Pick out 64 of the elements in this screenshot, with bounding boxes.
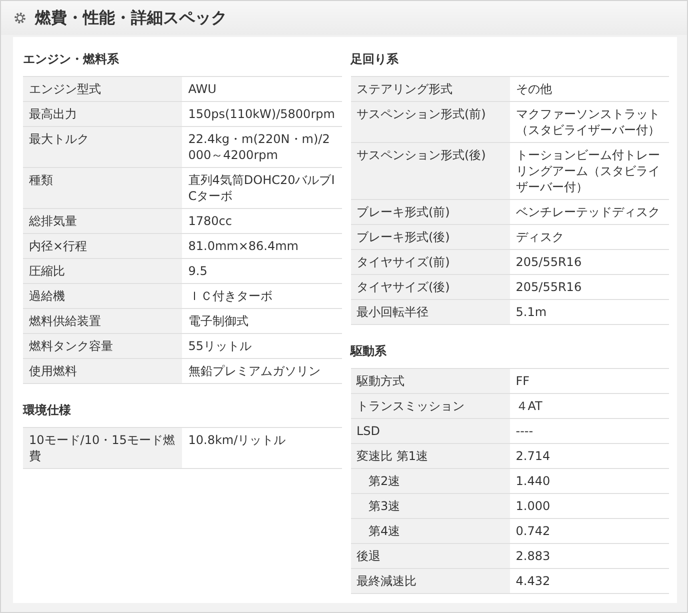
- spec-label: 燃料タンク容量: [23, 334, 182, 358]
- spec-label: 第2速: [350, 468, 510, 494]
- spec-value: 直列4気筒DOHC20バルブICターボ: [182, 168, 342, 208]
- spec-label: 過給機: [23, 284, 182, 308]
- spec-value: 10.8km/リットル: [182, 428, 342, 468]
- spec-label: 駆動方式: [350, 368, 510, 394]
- spec-value: 55リットル: [182, 334, 342, 358]
- spec-value: 無鉛プレミアムガソリン: [182, 358, 342, 384]
- spec-value: AWU: [182, 76, 342, 102]
- spec-label: 変速比 第1速: [350, 444, 510, 468]
- spec-label: サスペンション形式(後): [350, 142, 510, 200]
- spec-label: エンジン型式: [23, 76, 182, 102]
- spec-label: ブレーキ形式(後): [350, 224, 510, 250]
- spec-value: ディスク: [510, 224, 669, 250]
- spec-label: 第3速: [350, 494, 510, 518]
- spec-label: 総排気量: [23, 208, 182, 234]
- section-heading: 環境仕様: [23, 402, 72, 419]
- spec-label: 第4速: [350, 518, 510, 544]
- spec-label: 後退: [350, 544, 510, 568]
- spec-label: 内径×行程: [23, 234, 182, 258]
- spec-value: 0.742: [510, 518, 669, 544]
- spec-label: 最大トルク: [23, 126, 182, 168]
- spec-value: ＩＣ付きターボ: [182, 284, 342, 308]
- section-heading: 足回り系: [350, 51, 400, 68]
- spec-value: マクファーソンストラット（スタビライザーバー付）: [510, 102, 669, 142]
- gear-icon: [13, 11, 27, 25]
- spec-value: 電子制御式: [182, 308, 342, 334]
- spec-value: 205/55R16: [510, 274, 669, 300]
- spec-label: タイヤサイズ(後): [350, 274, 510, 300]
- spec-value: 2.714: [510, 444, 669, 468]
- spec-value: ----: [510, 418, 669, 444]
- spec-value: 1780cc: [182, 208, 342, 234]
- spec-label: 10モード/10・15モード燃費: [23, 428, 182, 468]
- spec-value: 2.883: [510, 544, 669, 568]
- spec-label: 最高出力: [23, 102, 182, 126]
- spec-value: 150ps(110kW)/5800rpm: [182, 102, 342, 126]
- panel-title: 燃費・性能・詳細スペック: [35, 8, 227, 28]
- spec-label: タイヤサイズ(前): [350, 250, 510, 274]
- spec-value: FF: [510, 368, 669, 394]
- spec-label: 使用燃料: [23, 358, 182, 384]
- spec-label: 燃料供給装置: [23, 308, 182, 334]
- spec-label: 圧縮比: [23, 258, 182, 284]
- spec-value: ４AT: [510, 394, 669, 418]
- spec-value: 1.000: [510, 494, 669, 518]
- section-heading: エンジン・燃料系: [23, 51, 120, 68]
- spec-value: 5.1m: [510, 300, 669, 324]
- spec-label: トランスミッション: [350, 394, 510, 418]
- spec-value: 22.4kg・m(220N・m)/2000～4200rpm: [182, 126, 342, 168]
- spec-label: ブレーキ形式(前): [350, 200, 510, 224]
- spec-label: 種類: [23, 168, 182, 208]
- spec-label: サスペンション形式(前): [350, 102, 510, 142]
- spec-label: LSD: [350, 418, 510, 444]
- spec-label: ステアリング形式: [350, 76, 510, 102]
- spec-value: 205/55R16: [510, 250, 669, 274]
- spec-label: 最終減速比: [350, 568, 510, 594]
- spec-value: トーションビーム付トレーリングアーム（スタビライザーバー付）: [510, 142, 669, 200]
- spec-value: その他: [510, 76, 669, 102]
- spec-value: 81.0mm×86.4mm: [182, 234, 342, 258]
- spec-value: 1.440: [510, 468, 669, 494]
- spec-value: 4.432: [510, 568, 669, 594]
- section-heading: 駆動系: [350, 343, 388, 360]
- spec-value: 9.5: [182, 258, 342, 284]
- spec-value: ベンチレーテッドディスク: [510, 200, 669, 224]
- spec-label: 最小回転半径: [350, 300, 510, 324]
